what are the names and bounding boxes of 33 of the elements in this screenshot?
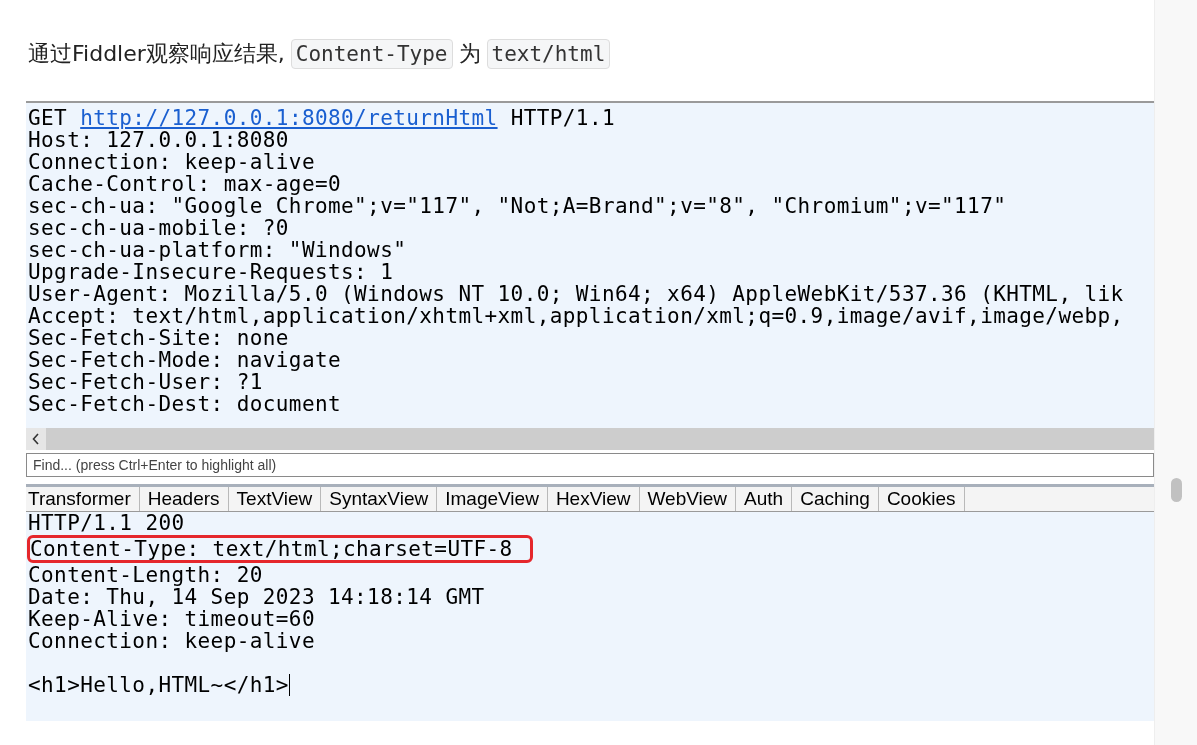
intro-text: 通过Fiddler观察响应结果, [28,40,285,68]
request-header-line: sec-ch-ua-platform: "Windows" [28,239,408,261]
request-protocol: HTTP/1.1 [509,106,615,130]
response-header-line: Date: Thu, 14 Sep 2023 14:18:14 GMT [28,586,486,608]
find-field[interactable]: Find... (press Ctrl+Enter to highlight all) [26,453,1154,477]
response-header-line: Content-Length: 20 [28,564,264,586]
response-body-text: <h1>Hello,HTML~</h1> [28,674,289,696]
request-header-line: Accept: text/html,application/xhtml+xml,application/xml;q=0.9,image/avif,image/webp, [28,305,1125,327]
intro-text: 为 [458,40,481,68]
request-header-line: Connection: keep-alive [28,151,316,173]
request-header-line: sec-ch-ua: "Google Chrome";v="117", "Not;A=Brand";v="8", "Chromium";v="117" [28,195,1008,217]
request-header-line: sec-ch-ua-mobile: ?0 [28,217,290,239]
response-header-line: Connection: keep-alive [28,630,316,652]
request-header-line: Sec-Fetch-Mode: navigate [28,349,343,371]
request-header-line: User-Agent: Mozilla/5.0 (Windows NT 10.0; Win64; x64) AppleWebKit/537.36 (KHTML, lik [28,283,1125,305]
request-header-line: Sec-Fetch-Dest: document [28,393,343,415]
page-scrollbar[interactable] [1154,0,1197,745]
scrollbar-thumb[interactable] [1170,478,1182,502]
request-header-line: Cache-Control: max-age=0 [28,173,343,195]
response-header-line: HTTP/1.1 200 [28,512,186,534]
inline-code: text/html [486,39,611,69]
request-header-line: Host: 127.0.0.1:8080 [28,129,289,151]
text-cursor [288,674,290,696]
response-header-line: Keep-Alive: timeout=60 [28,608,316,630]
request-header-line: Sec-Fetch-User: ?1 [28,371,263,393]
scroll-left-icon[interactable] [26,428,46,450]
request-method: GET [28,106,69,130]
horizontal-scrollbar[interactable] [26,428,1154,450]
request-header-line: Sec-Fetch-Site: none [28,327,289,349]
request-url-link[interactable]: http://127.0.0.1:8080/returnHtml [80,106,498,130]
request-header-line: Upgrade-Insecure-Requests: 1 [28,261,395,283]
highlighted-header-line: Content-Type: text/html;charset=UTF-8 [30,538,530,560]
inline-code: Content-Type [290,39,453,69]
